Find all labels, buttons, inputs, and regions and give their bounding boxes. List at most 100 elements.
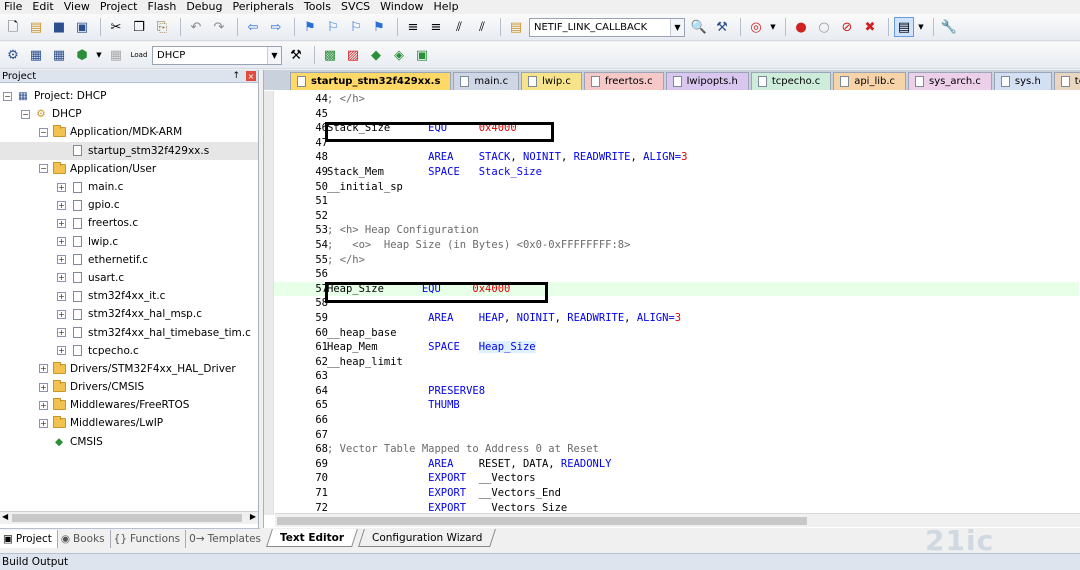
tree-folder[interactable]: + Middlewares/FreeRTOS — [0, 396, 258, 414]
tree-folder[interactable]: + Drivers/STM32F4xx_HAL_Driver — [0, 360, 258, 378]
file-tab[interactable]: startup_stm32f429xx.s — [290, 72, 452, 90]
expand-icon[interactable]: + — [57, 309, 66, 319]
configure-wrench-icon[interactable]: 🔧 — [939, 17, 959, 37]
file-tab[interactable]: tcp — [1053, 72, 1080, 90]
scrollbar-thumb[interactable] — [12, 514, 242, 522]
tree-item[interactable]: + gpio.c — [0, 196, 258, 214]
file-tab[interactable]: sys_arch.c — [908, 72, 992, 90]
scrollbar-thumb[interactable] — [277, 517, 807, 525]
file-tab[interactable]: main.c — [453, 72, 520, 90]
menu-item-project[interactable]: Project — [96, 0, 144, 13]
expand-icon[interactable]: + — [57, 218, 66, 228]
manage-rte-icon[interactable]: ▣ — [412, 45, 432, 65]
tree-item[interactable]: + stm32f4xx_hal_msp.c — [0, 305, 258, 323]
editor-gutter[interactable] — [264, 91, 274, 515]
find-icon[interactable]: 🔍 — [689, 17, 709, 37]
tab-templates[interactable]: 0→ Templates — [186, 529, 268, 548]
file-tab[interactable]: freertos.c — [583, 72, 664, 90]
menu-item-flash[interactable]: Flash — [143, 0, 182, 13]
code-line[interactable]: 52 — [274, 209, 1079, 224]
save-icon[interactable]: ■ — [49, 17, 69, 37]
download-load-icon[interactable]: Load — [129, 45, 149, 65]
batch-build-icon[interactable]: ⬢ — [72, 45, 92, 65]
breakpoint-disable-icon[interactable]: ⊘ — [837, 17, 857, 37]
copy-icon[interactable]: ❐ — [129, 17, 149, 37]
code-line[interactable]: 66 — [274, 413, 1079, 428]
tree-item[interactable]: ◆ CMSIS — [0, 433, 258, 451]
code-line[interactable]: 67 — [274, 428, 1079, 443]
breakpoint-enable-icon[interactable]: ○ — [814, 17, 834, 37]
debug-start-icon[interactable]: ◎ — [746, 17, 766, 37]
code-line[interactable]: 64 PRESERVE8 — [274, 384, 1079, 399]
code-line[interactable]: 44; </h> — [274, 92, 1079, 107]
menu-item-window[interactable]: Window — [376, 0, 429, 13]
translate-icon[interactable]: ⚙ — [3, 45, 23, 65]
tab-configuration-wizard[interactable]: Configuration Wizard — [358, 529, 497, 547]
tree-item[interactable]: + usart.c — [0, 269, 258, 287]
menu-item-peripherals[interactable]: Peripherals — [229, 0, 300, 13]
collapse-icon[interactable]: − — [3, 91, 12, 101]
scroll-left-icon[interactable]: ◀ — [2, 512, 8, 521]
tree-item[interactable]: + freertos.c — [0, 214, 258, 232]
chevron-down-icon[interactable]: ▼ — [267, 46, 281, 64]
expand-icon[interactable]: + — [39, 364, 48, 374]
code-line[interactable]: 58 — [274, 296, 1079, 311]
file-tab[interactable]: lwipopts.h — [665, 72, 749, 90]
cut-icon[interactable]: ✂ — [106, 17, 126, 37]
next-bookmark-icon[interactable]: ⚐ — [346, 17, 366, 37]
tab-books[interactable]: ◉ Books — [58, 529, 111, 548]
tree-folder[interactable]: − Application/User — [0, 160, 258, 178]
find-in-files-icon[interactable]: ▤ — [506, 17, 526, 37]
code-line[interactable]: 61 Heap_Mem SPACE Heap_Size — [274, 340, 1079, 355]
code-line[interactable]: 62 __heap_limit — [274, 355, 1079, 370]
tree-item[interactable]: + stm32f4xx_hal_timebase_tim.c — [0, 323, 258, 341]
file-tab[interactable]: lwip.c — [521, 72, 582, 90]
collapse-icon[interactable]: − — [39, 127, 48, 137]
function-combo[interactable]: NETIF_LINK_CALLBACK ▼ — [529, 17, 685, 37]
window-layout-icon[interactable]: ▤ — [894, 17, 914, 37]
redo-icon[interactable]: ↷ — [209, 17, 229, 37]
code-line[interactable]: 57 Heap_Size EQU 0x4000 — [274, 281, 1079, 297]
collapse-icon[interactable]: − — [39, 164, 48, 174]
expand-icon[interactable]: + — [57, 346, 66, 356]
target-combo[interactable]: DHCP ▼ — [152, 45, 282, 65]
code-line[interactable]: 72 EXPORT __Vectors_Size — [274, 501, 1079, 514]
file-tab[interactable]: api_lib.c — [833, 72, 907, 90]
expand-icon[interactable]: + — [39, 382, 48, 392]
pin-icon[interactable]: ↑ — [232, 71, 240, 81]
code-line[interactable]: 47 — [274, 136, 1079, 151]
expand-icon[interactable]: + — [57, 182, 66, 192]
menu-item-edit[interactable]: Edit — [28, 0, 59, 13]
dropdown-arrow-icon[interactable]: ▼ — [917, 17, 925, 37]
nav-back-icon[interactable]: ⇦ — [243, 17, 263, 37]
tree-item[interactable]: − ⚙ DHCP — [0, 105, 258, 123]
tab-functions[interactable]: {} Functions — [111, 529, 187, 548]
expand-icon[interactable]: + — [57, 200, 66, 210]
file-tab[interactable]: sys.h — [993, 72, 1052, 90]
indent-icon[interactable]: ≡ — [403, 17, 423, 37]
expand-icon[interactable]: + — [57, 291, 66, 301]
build-icon[interactable]: ▦ — [26, 45, 46, 65]
save-all-icon[interactable]: ▣ — [72, 17, 92, 37]
code-line[interactable]: 69 AREA RESET, DATA, READONLY — [274, 457, 1079, 472]
rebuild-icon[interactable]: ▦ — [49, 45, 69, 65]
paste-icon[interactable]: ⎘ — [152, 17, 172, 37]
menu-item-view[interactable]: View — [60, 0, 96, 13]
collapse-icon[interactable]: − — [21, 109, 30, 119]
scroll-right-icon[interactable]: ▶ — [250, 512, 256, 521]
menu-item-tools[interactable]: Tools — [300, 0, 337, 13]
comment-icon[interactable]: ⫽ — [449, 17, 469, 37]
incremental-find-icon[interactable]: ⚒ — [712, 17, 732, 37]
close-icon[interactable]: × — [246, 71, 256, 81]
code-line[interactable]: 54; <o> Heap Size (in Bytes) <0x0-0xFFFF… — [274, 238, 1079, 253]
tree-item[interactable]: startup_stm32f429xx.s — [0, 141, 258, 160]
select-packs-icon[interactable]: ◆ — [366, 45, 386, 65]
code-line[interactable]: 50 __initial_sp — [274, 180, 1079, 195]
prev-bookmark-icon[interactable]: ⚐ — [323, 17, 343, 37]
menu-item-help[interactable]: Help — [430, 0, 465, 13]
code-area[interactable]: 44; </h> 45 46 Stack_Size EQU 0x4000 47 48 AR… — [274, 92, 1079, 514]
tree-folder[interactable]: − Application/MDK-ARM — [0, 123, 258, 141]
menu-item-debug[interactable]: Debug — [182, 0, 228, 13]
code-line[interactable]: 60 __heap_base — [274, 326, 1079, 341]
expand-icon[interactable]: + — [57, 273, 66, 283]
